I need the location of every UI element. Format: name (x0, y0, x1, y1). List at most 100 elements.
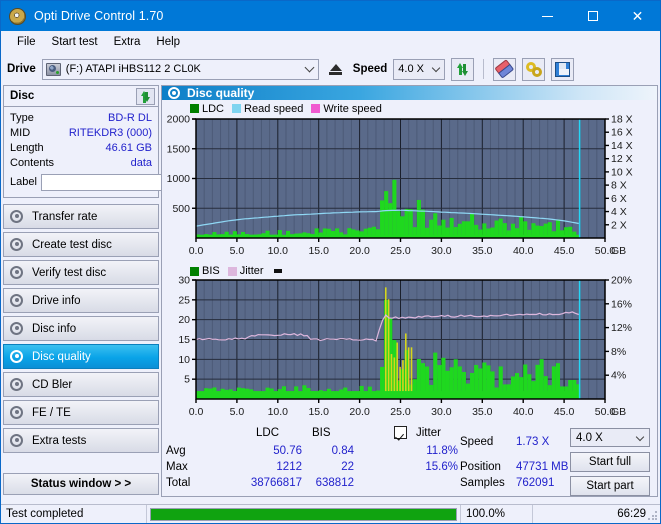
svg-text:8 X: 8 X (611, 180, 627, 192)
save-button[interactable] (551, 57, 575, 81)
erase-button[interactable] (493, 57, 517, 81)
stats-row-max-label: Max (166, 461, 188, 473)
content-panel: Disc quality LDC Read speed Write speed … (161, 85, 658, 497)
app-disc-icon (9, 7, 26, 25)
disc-icon (10, 377, 24, 392)
svg-text:25: 25 (178, 294, 190, 306)
menu-bar: File Start test Extra Help (1, 31, 660, 53)
disc-row-type: Type BD-R DL (10, 110, 152, 125)
chevron-down-icon (635, 432, 645, 441)
app-window: Opti Drive Control 1.70 ✕ File Start tes… (0, 0, 661, 524)
minimize-button[interactable] (525, 1, 570, 31)
sidebar-item-label: CD Bler (32, 378, 73, 391)
svg-text:12 X: 12 X (611, 153, 633, 165)
close-button[interactable]: ✕ (615, 1, 660, 31)
disc-mid-label: MID (10, 126, 31, 139)
sidebar-item-drive-info[interactable]: Drive info (3, 288, 159, 313)
svg-text:0.0: 0.0 (189, 406, 204, 418)
sidebar-item-verify-test-disc[interactable]: Verify test disc (3, 260, 159, 285)
maximize-icon (587, 11, 598, 21)
sidebar-item-create-test-disc[interactable]: Create test disc (3, 232, 159, 257)
speed-label: Speed (352, 63, 388, 75)
menu-extra[interactable]: Extra (106, 34, 149, 50)
disc-row-mid: MID RITEKDR3 (000) (10, 125, 152, 140)
disc-mid-value: RITEKDR3 (000) (68, 126, 152, 139)
start-full-button[interactable]: Start full (570, 452, 650, 472)
eject-button[interactable] (325, 58, 347, 81)
chart-ldc: 500 1000 1500 2000 2 X4 X6 X8 X 10 X 12 X 14 X1… (162, 115, 657, 263)
svg-text:8%: 8% (611, 346, 626, 358)
svg-text:1500: 1500 (167, 143, 191, 155)
disc-icon (10, 237, 24, 252)
refresh-icon (139, 90, 152, 103)
start-part-button[interactable]: Start part (570, 476, 650, 496)
svg-text:2 X: 2 X (611, 219, 627, 231)
disc-label-row: Label (10, 172, 248, 192)
menu-file[interactable]: File (9, 34, 44, 50)
disc-refresh-button[interactable] (136, 87, 155, 105)
menu-start-test[interactable]: Start test (44, 34, 106, 50)
legend-marker-icon (273, 269, 282, 273)
svg-text:10 X: 10 X (611, 166, 633, 178)
sidebar-item-label: Verify test disc (32, 266, 107, 279)
progress-bar (147, 504, 461, 523)
status-message: Test completed (1, 504, 147, 523)
svg-text:40.0: 40.0 (513, 245, 534, 257)
svg-text:45.0: 45.0 (554, 245, 575, 257)
drive-label: Drive (7, 63, 36, 75)
status-window-button[interactable]: Status window > > (3, 473, 159, 495)
drive-select[interactable]: (F:) ATAPI iHBS112 2 CL0K (41, 58, 319, 80)
svg-text:5: 5 (184, 374, 190, 386)
svg-text:14 X: 14 X (611, 140, 633, 152)
sidebar-item-label: FE / TE (32, 406, 71, 419)
jitter-checkbox[interactable] (394, 426, 407, 440)
disc-contents-value: data (130, 156, 152, 169)
disc-contents-label: Contents (10, 156, 55, 169)
sidebar-item-extra-tests[interactable]: Extra tests (3, 428, 159, 453)
samples-value: 762091 (516, 477, 555, 489)
minimize-icon (542, 15, 553, 17)
speed-select[interactable]: 4.0 X (393, 58, 446, 80)
disc-icon (10, 349, 24, 364)
legend-label-read-speed: Read speed (244, 102, 304, 115)
sidebar-item-transfer-rate[interactable]: Transfer rate (3, 204, 159, 229)
sidebar-nav: Transfer rate Create test disc Verify te… (3, 204, 159, 453)
svg-text:0.0: 0.0 (189, 245, 204, 257)
stats-avg-ldc: 50.76 (273, 445, 302, 457)
sidebar-item-cd-bler[interactable]: CD Bler (3, 372, 159, 397)
sidebar-item-disc-info[interactable]: Disc info (3, 316, 159, 341)
svg-text:16%: 16% (611, 298, 632, 310)
sidebar-item-label: Disc info (32, 322, 77, 335)
svg-text:35.0: 35.0 (472, 245, 493, 257)
test-speed-select[interactable]: 4.0 X (570, 428, 650, 447)
svg-text:15.0: 15.0 (308, 245, 329, 257)
svg-text:500: 500 (172, 203, 190, 215)
svg-text:GB: GB (611, 245, 626, 257)
resize-grip-icon[interactable] (647, 510, 658, 521)
window-controls: ✕ (525, 1, 660, 31)
svg-text:15: 15 (178, 334, 190, 346)
maximize-button[interactable] (570, 1, 615, 31)
svg-text:40.0: 40.0 (513, 406, 534, 418)
svg-text:2000: 2000 (167, 115, 191, 126)
stats-avg-jitter: 11.8% (426, 445, 458, 457)
stats-max-ldc: 1212 (276, 461, 302, 473)
svg-text:25.0: 25.0 (390, 406, 411, 418)
status-bar: Test completed 100.0% 66:29 (1, 504, 660, 523)
sidebar-item-label: Create test disc (32, 238, 112, 251)
sidebar-item-disc-quality[interactable]: Disc quality (3, 344, 159, 369)
elapsed-time: 66:29 (617, 508, 646, 520)
menu-help[interactable]: Help (148, 34, 188, 50)
disc-properties: Type BD-R DL MID RITEKDR3 (000) Length 4… (4, 107, 248, 197)
legend-item-ldc: LDC (190, 103, 224, 115)
stats-max-bis: 22 (341, 461, 354, 473)
disc-icon (10, 209, 24, 224)
refresh-button[interactable] (451, 57, 475, 81)
settings-button[interactable] (522, 57, 546, 81)
charts-area: LDC Read speed Write speed 500 1000 1500 20… (162, 100, 657, 496)
tools-icon (525, 61, 542, 77)
disc-label-label: Label (10, 176, 37, 188)
disc-panel-title: Disc (10, 90, 35, 102)
sidebar-item-fe-te[interactable]: FE / TE (3, 400, 159, 425)
